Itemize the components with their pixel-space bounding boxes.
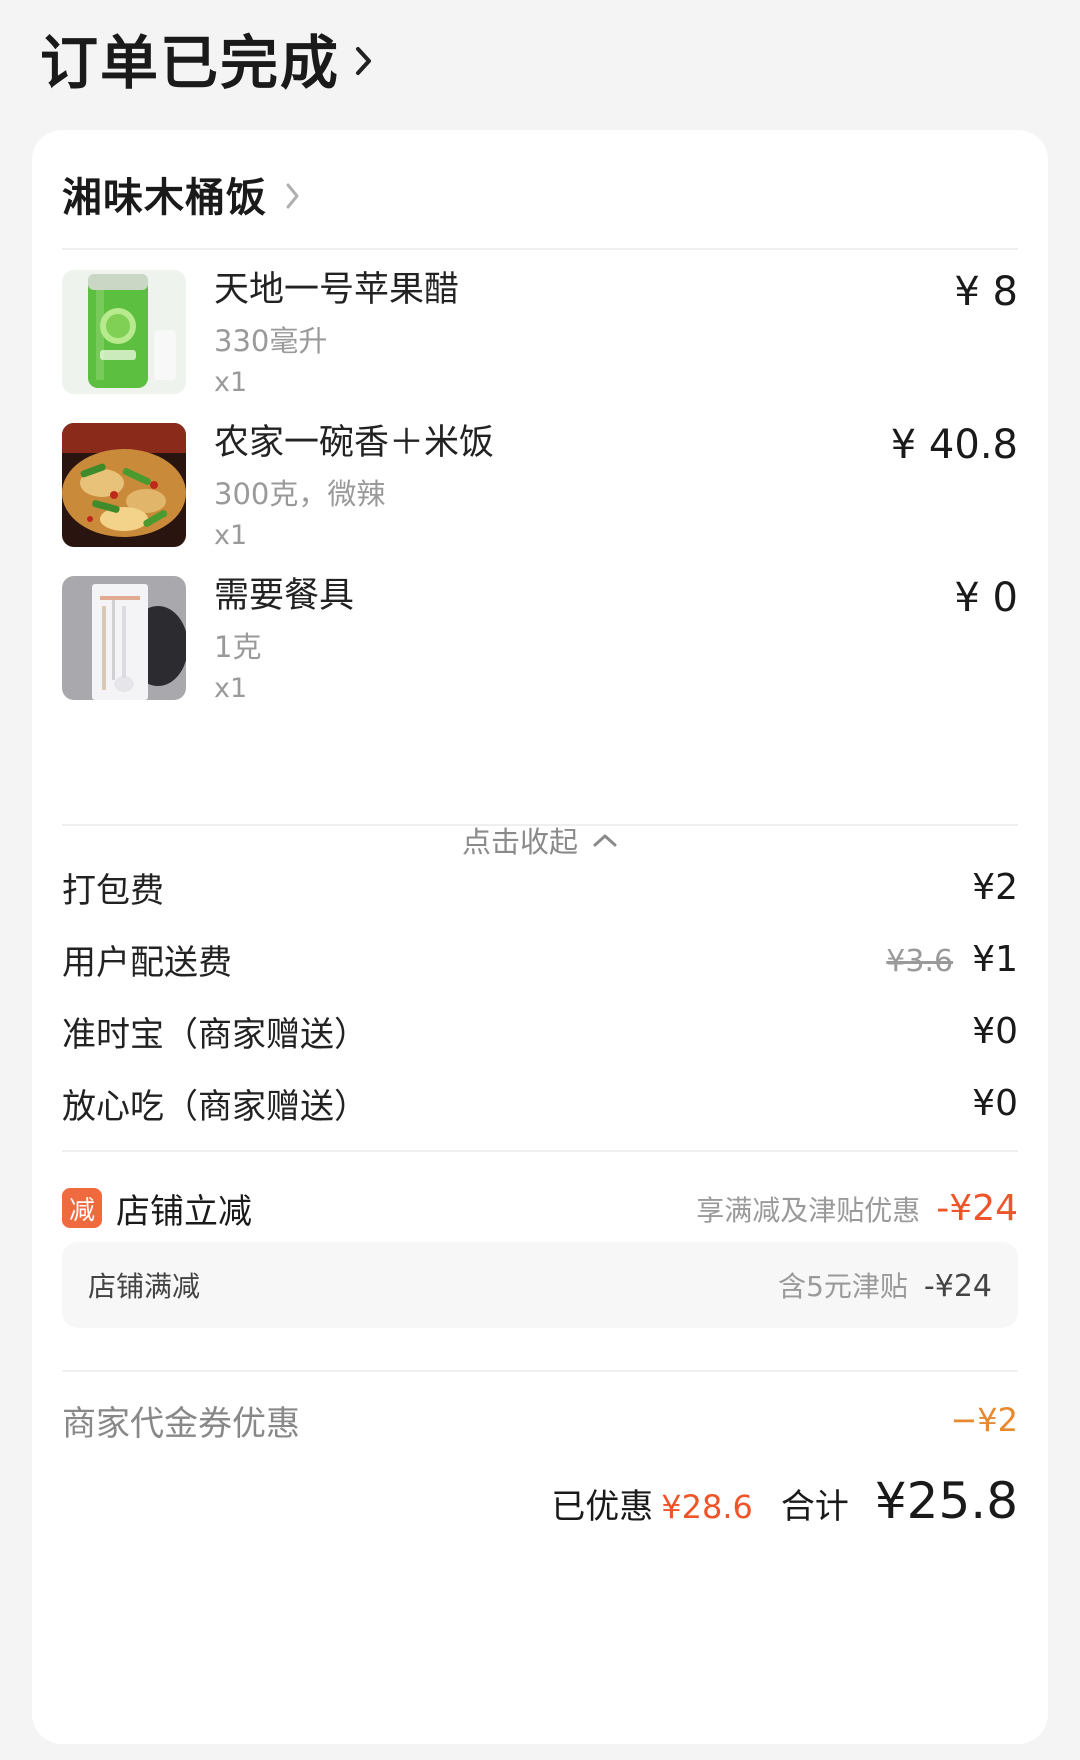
chevron-up-icon: [593, 834, 617, 847]
divider: [62, 824, 1018, 826]
discount-detail-box: 店铺满减 含5元津贴 -¥24: [62, 1242, 1018, 1328]
chevron-right-icon: [286, 183, 299, 209]
discount-title: 店铺立减: [116, 1191, 252, 1232]
item-price: ¥ 8: [954, 269, 1018, 315]
fee-value: ¥0: [972, 1010, 1018, 1052]
discount-detail-note: 含5元津贴: [778, 1270, 908, 1303]
on-time-guarantee-row: 准时宝（商家赠送） ¥0: [62, 1006, 1018, 1056]
item-image-apple-vinegar: [62, 270, 186, 394]
order-card: 湘味木桶饭 天地一号苹果醋 330毫升 x1 ¥ 8 农家一碗香＋米饭 300克…: [32, 130, 1048, 1744]
voucher-row: 商家代金券优惠 −¥2: [62, 1392, 1018, 1448]
discount-amount: -¥24: [936, 1187, 1018, 1229]
item-name: 农家一碗香＋米饭: [214, 423, 495, 463]
packaging-fee-row: 打包费 ¥2: [62, 862, 1018, 912]
saved-amount: ¥28.6: [661, 1488, 753, 1526]
discount-note: 享满减及津贴优惠: [696, 1193, 921, 1227]
discount-detail-label: 店铺满减: [88, 1270, 201, 1303]
item-quantity: x1: [214, 520, 248, 551]
discount-badge: 减: [62, 1188, 102, 1228]
voucher-label: 商家代金券优惠: [62, 1403, 300, 1444]
chevron-right-icon: [356, 47, 372, 75]
item-image-cutlery: [62, 576, 186, 700]
delivery-fee-row: 用户配送费 ¥3.6 ¥1: [62, 934, 1018, 984]
fee-label: 打包费: [62, 870, 164, 911]
total-label: 合计: [780, 1487, 849, 1527]
order-item[interactable]: 需要餐具 1克 x1 ¥ 0: [62, 575, 1018, 704]
order-item[interactable]: 农家一碗香＋米饭 300克，微辣 x1 ¥ 40.8: [62, 422, 1018, 551]
original-fee: ¥3.6: [886, 943, 954, 979]
fee-value: ¥2: [972, 866, 1018, 908]
order-status-header[interactable]: 订单已完成: [40, 18, 374, 98]
divider: [62, 1370, 1018, 1372]
item-name: 天地一号苹果醋: [214, 270, 460, 310]
item-price: ¥ 0: [954, 575, 1018, 621]
total-amount: ¥25.8: [874, 1472, 1018, 1530]
store-link[interactable]: 湘味木桶饭: [62, 156, 301, 232]
saved-label: 已优惠: [551, 1487, 654, 1527]
item-spec: 300克，微辣: [214, 477, 386, 511]
fee-value: ¥1: [972, 938, 1018, 980]
safe-eating-row: 放心吃（商家赠送） ¥0: [62, 1078, 1018, 1128]
order-status-title: 订单已完成: [40, 29, 341, 97]
item-price: ¥ 40.8: [890, 422, 1018, 468]
store-name: 湘味木桶饭: [62, 175, 267, 221]
item-quantity: x1: [214, 673, 248, 704]
fee-label: 准时宝（商家赠送）: [62, 1014, 368, 1055]
store-discount-row: 减 店铺立减 享满减及津贴优惠 -¥24: [62, 1180, 1018, 1236]
divider: [62, 248, 1018, 250]
voucher-amount: −¥2: [950, 1401, 1018, 1439]
order-item[interactable]: 天地一号苹果醋 330毫升 x1 ¥ 8: [62, 269, 1018, 398]
item-spec: 330毫升: [214, 324, 328, 358]
item-quantity: x1: [214, 367, 248, 398]
order-total-row: 已优惠 ¥28.6 合计 ¥25.8: [551, 1472, 1018, 1542]
divider: [62, 1150, 1018, 1152]
item-image-stir-fry: [62, 423, 186, 547]
item-name: 需要餐具: [214, 576, 355, 616]
discount-detail-amount: -¥24: [923, 1269, 992, 1304]
fee-value: ¥0: [972, 1082, 1018, 1124]
item-spec: 1克: [214, 630, 262, 664]
fee-label: 用户配送费: [62, 942, 232, 983]
fee-label: 放心吃（商家赠送）: [62, 1086, 368, 1127]
